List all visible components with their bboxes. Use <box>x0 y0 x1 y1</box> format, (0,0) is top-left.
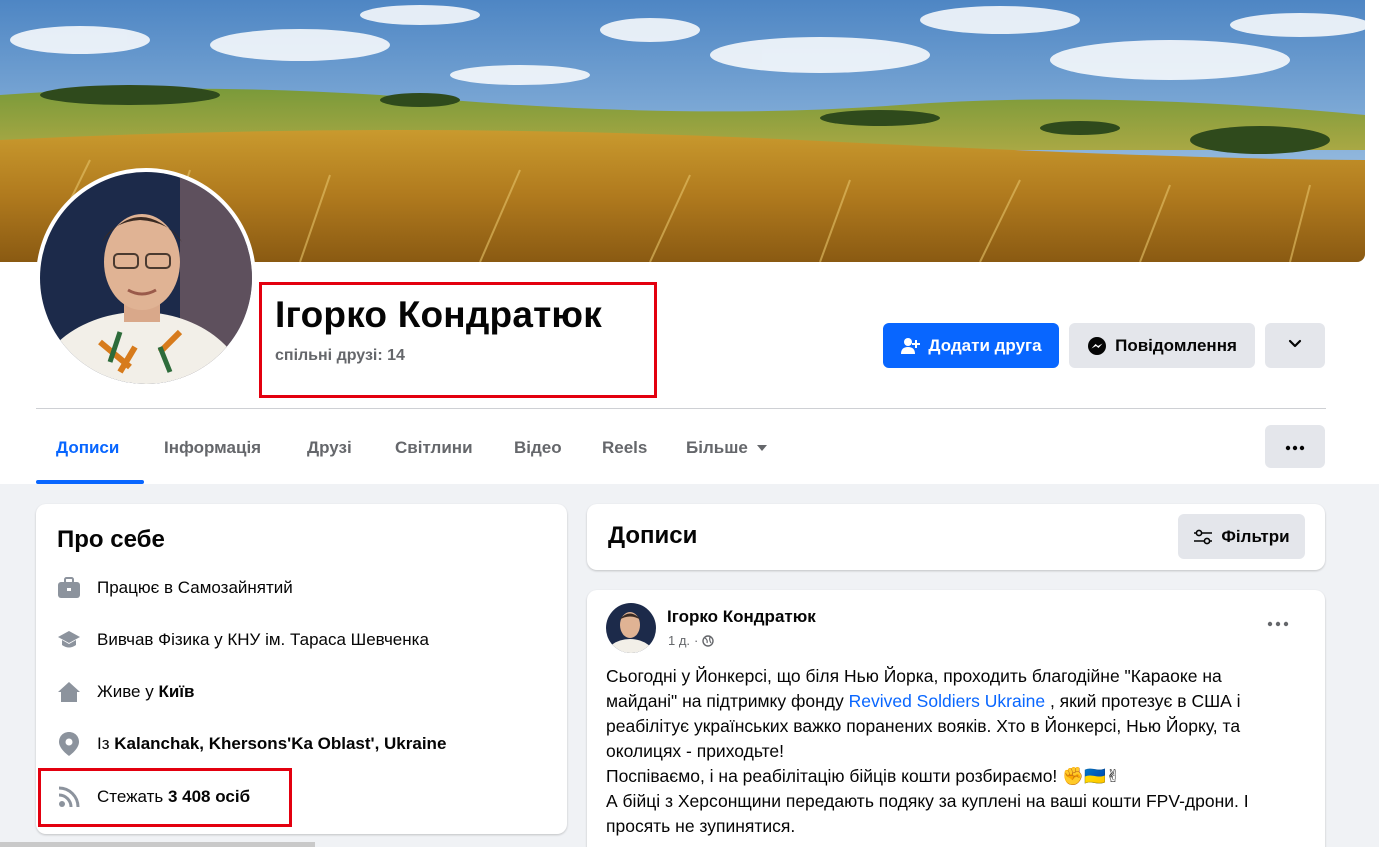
post-author-avatar[interactable] <box>606 603 656 653</box>
message-label: Повідомлення <box>1115 335 1237 355</box>
post-link-revived-soldiers[interactable]: Revived Soldiers Ukraine <box>849 691 1045 711</box>
about-lives-value[interactable]: Київ <box>158 682 194 702</box>
about-from-prefix: Із <box>97 734 115 753</box>
tab-reels[interactable]: Reels <box>602 426 647 470</box>
post-text-line2: Поспіваємо, і на реабілітацію бійців кош… <box>606 766 1121 786</box>
filters-label: Фільтри <box>1221 526 1290 546</box>
about-lives-prefix: Живе у <box>97 682 159 701</box>
profile-avatar[interactable] <box>36 168 256 388</box>
add-friend-icon <box>900 336 921 356</box>
location-pin-icon <box>57 732 81 756</box>
header-divider <box>36 408 1326 409</box>
home-icon <box>57 680 81 704</box>
message-button[interactable]: Повідомлення <box>1069 323 1255 368</box>
more-dots-icon <box>1285 438 1305 456</box>
about-study-value[interactable]: КНУ ім. Тараса Шевченка <box>227 630 429 650</box>
about-work-prefix: Працює в <box>97 578 178 597</box>
bottom-strip <box>0 842 315 847</box>
caret-down-icon <box>756 444 768 452</box>
tab-about[interactable]: Інформація <box>164 426 261 470</box>
filters-button[interactable]: Фільтри <box>1178 514 1305 559</box>
posts-title: Дописи <box>608 522 698 549</box>
add-friend-label: Додати друга <box>928 335 1042 355</box>
highlight-box-followers <box>38 768 292 827</box>
graduation-cap-icon <box>57 628 81 652</box>
chevron-down-icon <box>1287 335 1303 356</box>
add-friend-button[interactable]: Додати друга <box>883 323 1059 368</box>
profile-name: Ігорко Кондратюк <box>275 294 602 335</box>
posts-header-card: Дописи Фільтри <box>587 504 1325 570</box>
post-text-line3: А бійці з Херсонщини передають подяку за… <box>606 791 1249 836</box>
about-from: Із Kalanchak, Khersons'Ka Oblast', Ukrai… <box>57 732 446 756</box>
more-dots-icon <box>1267 614 1289 631</box>
post-text: Сьогодні у Йонкерсі, що біля Нью Йорка, … <box>606 664 1296 839</box>
about-title: Про себе <box>57 526 165 553</box>
briefcase-icon <box>57 576 81 600</box>
scroll-gutter <box>1365 0 1379 484</box>
post-author-name[interactable]: Ігорко Кондратюк <box>667 607 816 627</box>
post-meta: 1 д. · <box>668 633 715 648</box>
about-lives: Живе у Київ <box>57 680 195 704</box>
about-work-value[interactable]: Самозайнятий <box>178 578 293 598</box>
about-work: Працює в Самозайнятий <box>57 576 293 600</box>
post-timestamp[interactable]: 1 д. <box>668 633 690 648</box>
tab-more[interactable]: Більше <box>686 426 768 470</box>
filter-sliders-icon <box>1193 529 1213 545</box>
tab-friends[interactable]: Друзі <box>307 426 352 470</box>
about-from-value[interactable]: Kalanchak, Khersons'Ka Oblast', Ukraine <box>114 734 446 754</box>
mutual-friends-link[interactable]: спільні друзі: 14 <box>275 347 405 365</box>
tab-photos[interactable]: Світлини <box>395 426 473 470</box>
about-study: Вивчав Фізика у КНУ ім. Тараса Шевченка <box>57 628 429 652</box>
post-options-button[interactable] <box>1267 614 1289 632</box>
profile-menu-button[interactable] <box>1265 425 1325 468</box>
post-card: Ігорко Кондратюк 1 д. · Сьогодні у Йонке… <box>587 590 1325 847</box>
about-study-prefix: Вивчав Фізика у <box>97 630 228 649</box>
globe-icon <box>702 634 715 647</box>
tab-more-label: Більше <box>686 438 748 457</box>
tab-videos[interactable]: Відео <box>514 426 562 470</box>
tab-posts[interactable]: Дописи <box>56 426 119 470</box>
messenger-icon <box>1087 336 1107 356</box>
active-tab-indicator <box>36 480 144 484</box>
more-options-button[interactable] <box>1265 323 1325 368</box>
